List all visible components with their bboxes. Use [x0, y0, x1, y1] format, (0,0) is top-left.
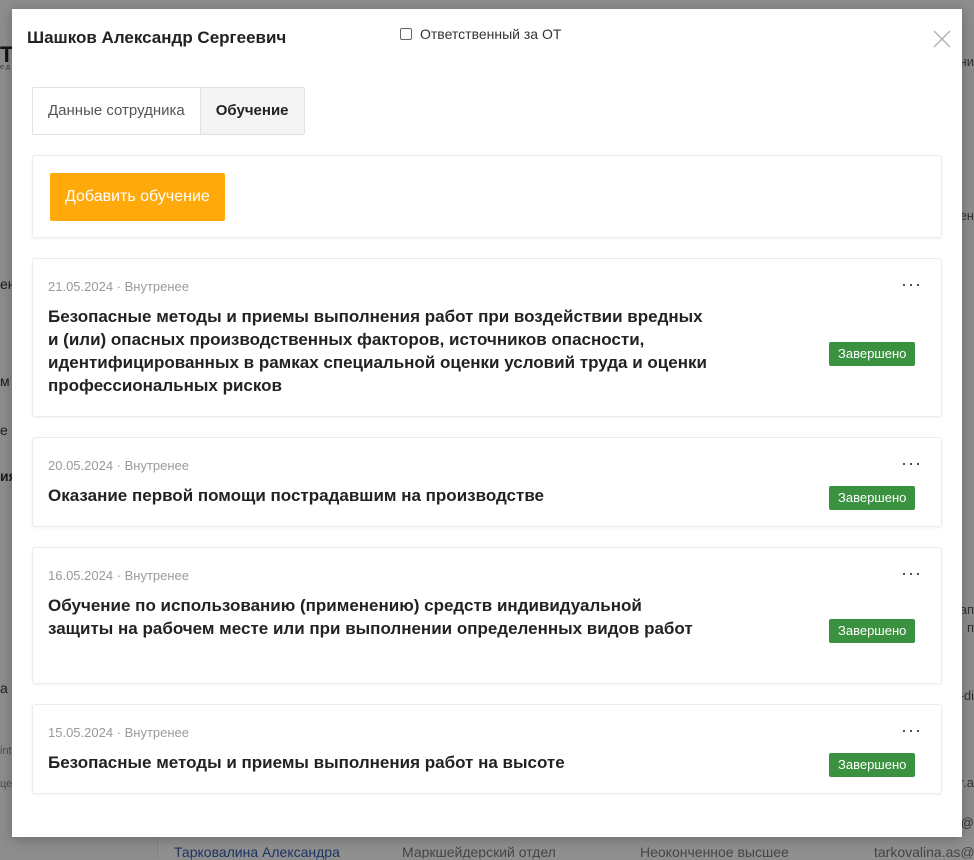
responsible-checkbox[interactable]: Ответственный за ОТ — [400, 26, 561, 42]
training-list: 21.05.2024 · Внутренее ··· Безопасные ме… — [32, 258, 942, 814]
responsible-label: Ответственный за ОТ — [420, 26, 562, 42]
training-meta: 20.05.2024 · Внутренее — [48, 458, 190, 473]
training-card: 21.05.2024 · Внутренее ··· Безопасные ме… — [32, 258, 942, 417]
checkbox-icon[interactable] — [400, 28, 412, 40]
training-title: Обучение по использованию (применению) с… — [48, 596, 693, 638]
training-title: Безопасные методы и приемы выполнения ра… — [48, 307, 707, 395]
status-badge: Завершено — [829, 619, 916, 643]
more-options-icon[interactable]: ··· — [901, 564, 922, 582]
training-title: Безопасные методы и приемы выполнения ра… — [48, 753, 565, 772]
add-training-card: Добавить обучение — [32, 155, 942, 238]
tab-training[interactable]: Обучение — [199, 88, 304, 134]
training-meta: 16.05.2024 · Внутренее — [48, 568, 190, 583]
training-card: 16.05.2024 · Внутренее ··· Обучение по и… — [32, 547, 942, 684]
tab-bar: Данные сотрудника Обучение — [32, 87, 305, 135]
add-training-button[interactable]: Добавить обучение — [50, 173, 225, 221]
status-badge: Завершено — [829, 342, 916, 366]
training-card: 15.05.2024 · Внутренее ··· Безопасные ме… — [32, 704, 942, 794]
status-badge: Завершено — [829, 753, 916, 777]
training-meta: 21.05.2024 · Внутренее — [48, 279, 190, 294]
modal-title: Шашков Александр Сергеевич — [27, 28, 287, 47]
employee-modal: Шашков Александр Сергеевич Ответственный… — [12, 9, 962, 837]
more-options-icon[interactable]: ··· — [901, 721, 922, 739]
status-badge: Завершено — [829, 486, 916, 510]
training-title: Оказание первой помощи пострадавшим на п… — [48, 486, 545, 505]
tab-employee-data[interactable]: Данные сотрудника — [33, 88, 200, 134]
close-icon[interactable] — [932, 29, 952, 49]
more-options-icon[interactable]: ··· — [901, 275, 922, 293]
training-meta: 15.05.2024 · Внутренее — [48, 725, 190, 740]
more-options-icon[interactable]: ··· — [901, 454, 922, 472]
training-card: 20.05.2024 · Внутренее ··· Оказание перв… — [32, 437, 942, 527]
